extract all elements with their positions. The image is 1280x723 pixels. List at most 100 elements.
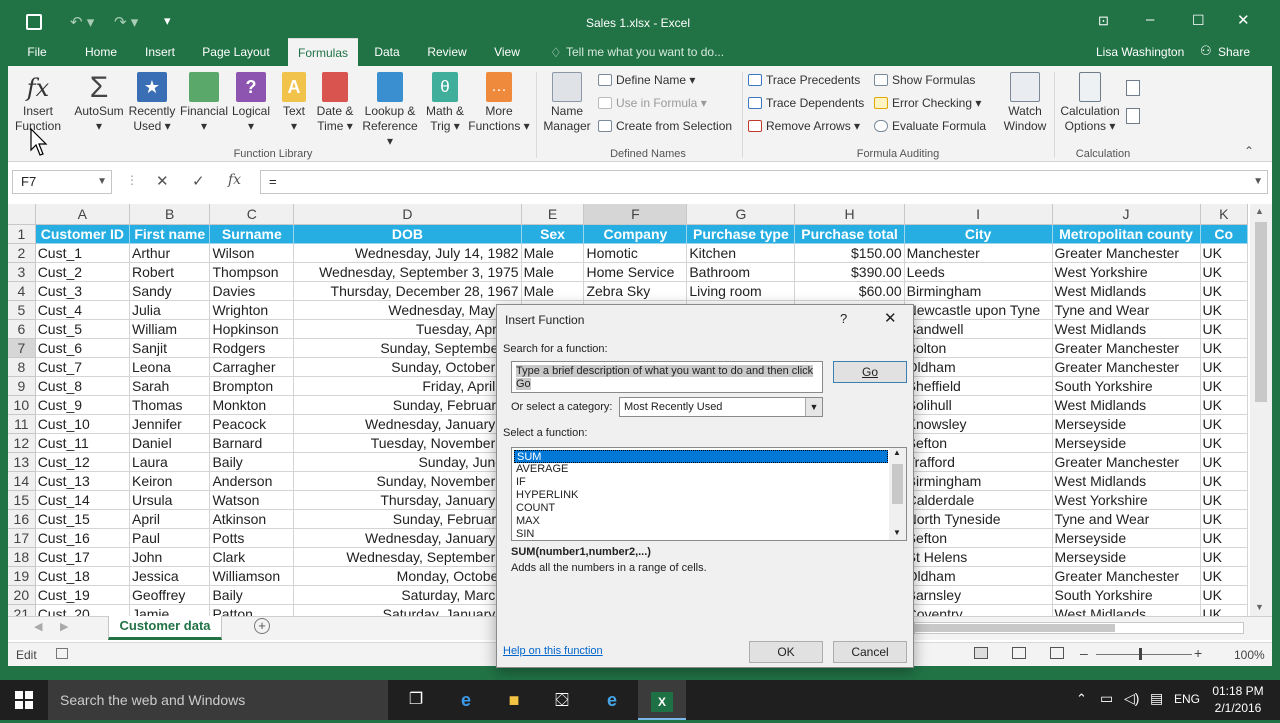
row-header[interactable]: 12 — [8, 433, 36, 453]
use-in-formula-button[interactable]: Use in Formula ▾ — [598, 93, 707, 113]
zoom-slider[interactable] — [1096, 654, 1192, 655]
cell[interactable]: Merseyside — [1052, 433, 1201, 453]
excel-taskbar-icon[interactable]: X — [638, 680, 686, 720]
tab-review[interactable]: Review — [422, 38, 472, 66]
cell[interactable]: Sunday, February 2, — [293, 395, 522, 415]
cell[interactable]: Calderdale — [904, 490, 1053, 510]
cell[interactable]: Julia — [129, 300, 211, 320]
header-cell[interactable]: Purchase type — [686, 224, 796, 244]
cell[interactable]: Bolton — [904, 338, 1053, 358]
cell[interactable]: UK — [1200, 281, 1248, 301]
cell[interactable]: Thursday, December 28, 1967 — [293, 281, 522, 301]
cell[interactable]: Wilson — [209, 243, 295, 263]
cell[interactable]: UK — [1200, 490, 1248, 510]
cell[interactable]: Monday, October 9, — [293, 566, 522, 586]
cell[interactable]: Sefton — [904, 433, 1053, 453]
column-header[interactable]: K — [1200, 204, 1248, 225]
network-icon[interactable]: ▭ — [1100, 690, 1113, 707]
function-list-item[interactable]: MAX — [514, 515, 888, 528]
cell[interactable]: West Midlands — [1052, 471, 1201, 491]
action-center-icon[interactable]: ▤ — [1150, 690, 1163, 707]
cell[interactable]: Thompson — [209, 262, 295, 282]
zoom-slider-handle[interactable] — [1139, 648, 1142, 660]
cell[interactable]: Watson — [209, 490, 295, 510]
cell[interactable]: Cust_20 — [35, 604, 130, 616]
cell[interactable]: UK — [1200, 471, 1248, 491]
cell[interactable]: Greater Manchester — [1052, 338, 1201, 358]
select-all-corner[interactable] — [8, 204, 36, 225]
cell[interactable]: Knowsley — [904, 414, 1053, 434]
cell[interactable]: Baily — [209, 585, 295, 605]
row-header[interactable]: 14 — [8, 471, 36, 491]
cell[interactable]: Merseyside — [1052, 547, 1201, 567]
cell[interactable]: UK — [1200, 357, 1248, 377]
cell[interactable]: Male — [521, 243, 585, 263]
cell[interactable]: Sunday, June 9, — [293, 452, 522, 472]
insert-function-button[interactable]: fx Insert Function — [12, 72, 64, 134]
cell[interactable]: Wrighton — [209, 300, 295, 320]
cell[interactable]: Barnard — [209, 433, 295, 453]
cell[interactable]: Greater Manchester — [1052, 243, 1201, 263]
calculate-sheet-icon[interactable] — [1126, 108, 1140, 124]
cell[interactable]: UK — [1200, 319, 1248, 339]
prev-sheet-icon[interactable]: ◀ — [34, 620, 42, 633]
scroll-down-icon[interactable]: ▼ — [893, 528, 901, 537]
cell[interactable]: UK — [1200, 452, 1248, 472]
cell[interactable]: Cust_3 — [35, 281, 130, 301]
edge-icon[interactable]: e — [442, 680, 490, 720]
task-view-icon[interactable]: ❐ — [392, 680, 440, 720]
cell[interactable]: UK — [1200, 547, 1248, 567]
row-header[interactable]: 10 — [8, 395, 36, 415]
horizontal-scrollbar[interactable] — [914, 622, 1244, 634]
header-cell[interactable]: Surname — [209, 224, 295, 244]
ribbon-display-icon[interactable]: ⊡ — [1098, 13, 1109, 29]
cell[interactable]: Tuesday, April 6, — [293, 319, 522, 339]
row-header[interactable]: 18 — [8, 547, 36, 567]
tab-file[interactable]: File — [18, 38, 56, 66]
function-list[interactable]: SUM AVERAGE IF HYPERLINK COUNT MAX SIN ▲ ▼ — [511, 447, 907, 541]
cell[interactable]: Sheffield — [904, 376, 1053, 396]
cell[interactable]: Tuesday, November 23, — [293, 433, 522, 453]
cell[interactable]: Geoffrey — [129, 585, 211, 605]
cell[interactable]: Sunday, February 2, — [293, 509, 522, 529]
header-cell[interactable]: First name — [129, 224, 211, 244]
function-list-item[interactable]: COUNT — [514, 502, 888, 515]
header-cell[interactable]: Metropolitan county — [1052, 224, 1201, 244]
row-header[interactable]: 6 — [8, 319, 36, 339]
row-header[interactable]: 11 — [8, 414, 36, 434]
macro-record-icon[interactable] — [56, 648, 68, 659]
cell[interactable]: Potts — [209, 528, 295, 548]
cell[interactable]: Trafford — [904, 452, 1053, 472]
cell[interactable]: Williamson — [209, 566, 295, 586]
help-icon[interactable]: ? — [840, 311, 847, 326]
zoom-in-icon[interactable]: + — [1194, 645, 1202, 661]
cell[interactable]: Jennifer — [129, 414, 211, 434]
cell[interactable]: UK — [1200, 414, 1248, 434]
column-header[interactable]: J — [1052, 204, 1201, 225]
page-layout-view-icon[interactable] — [1012, 647, 1026, 659]
function-list-item[interactable]: HYPERLINK — [514, 489, 888, 502]
cell[interactable]: Carragher — [209, 357, 295, 377]
column-header[interactable]: E — [521, 204, 585, 225]
cell[interactable]: Greater Manchester — [1052, 452, 1201, 472]
cell[interactable]: Sunday, November 28, — [293, 471, 522, 491]
cell[interactable]: Merseyside — [1052, 414, 1201, 434]
cell[interactable]: Tyne and Wear — [1052, 509, 1201, 529]
cell[interactable]: Wednesday, September 3, 1975 — [293, 262, 522, 282]
chevron-down-icon[interactable]: ▼ — [805, 398, 822, 416]
cell[interactable]: Greater Manchester — [1052, 566, 1201, 586]
formula-input[interactable]: = ▼ — [260, 170, 1268, 194]
cell[interactable]: $390.00 — [794, 262, 905, 282]
cell[interactable]: Sarah — [129, 376, 211, 396]
cell[interactable]: Solihull — [904, 395, 1053, 415]
name-manager-button[interactable]: Name Manager — [540, 72, 594, 134]
calculation-options-button[interactable]: Calculation Options ▾ — [1058, 72, 1122, 134]
cell[interactable]: Wednesday, May 14, — [293, 300, 522, 320]
row-header[interactable]: 13 — [8, 452, 36, 472]
normal-view-icon[interactable] — [974, 647, 988, 659]
cell[interactable]: Saturday, March 5, — [293, 585, 522, 605]
row-header[interactable]: 5 — [8, 300, 36, 320]
cell[interactable]: Manchester — [904, 243, 1053, 263]
tell-me-box[interactable]: Tell me what you want to do... — [566, 45, 724, 59]
help-link[interactable]: Help on this function — [503, 645, 603, 657]
